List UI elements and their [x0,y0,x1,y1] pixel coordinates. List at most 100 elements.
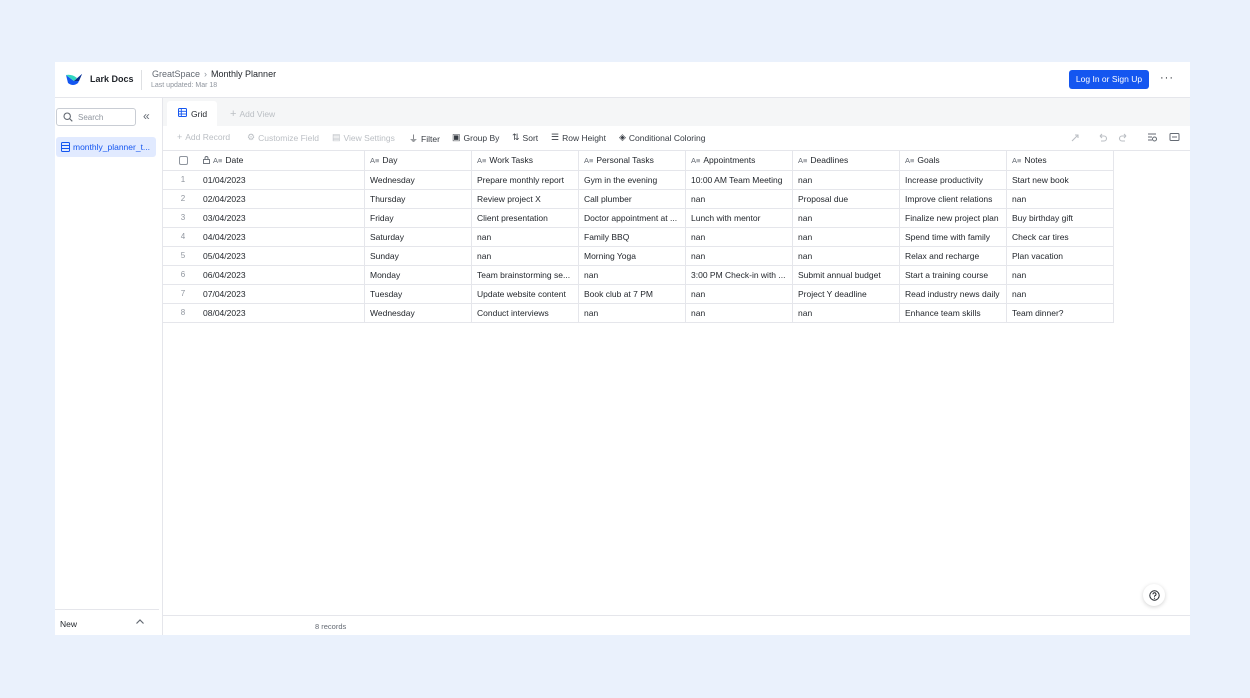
appointments-cell[interactable]: Lunch with mentor [686,209,793,228]
day-cell[interactable]: Tuesday [365,285,472,304]
goals-cell[interactable]: Relax and recharge [900,247,1007,266]
search-input[interactable]: Search [56,108,136,126]
personal-tasks-cell[interactable]: nan [579,304,686,323]
view-settings-button[interactable]: ▤ View Settings [332,132,395,143]
notes-cell[interactable]: nan [1007,285,1114,304]
table-row[interactable]: 3 03/04/2023 Friday Client presentation … [163,209,1190,228]
deadlines-cell[interactable]: nan [793,247,900,266]
filter-button[interactable]: ⏚ Filter [409,132,440,145]
goals-cell[interactable]: Start a training course [900,266,1007,285]
table-row[interactable]: 5 05/04/2023 Sunday nan Morning Yoga nan… [163,247,1190,266]
date-cell[interactable]: 08/04/2023 [203,304,365,323]
personal-tasks-cell[interactable]: Call plumber [579,190,686,209]
breadcrumb-workspace[interactable]: GreatSpace [152,69,200,79]
row-height-button[interactable]: ☰ Row Height [551,132,606,143]
personal-tasks-cell[interactable]: Book club at 7 PM [579,285,686,304]
appointments-cell[interactable]: nan [686,190,793,209]
work-tasks-cell[interactable]: Conduct interviews [472,304,579,323]
appointments-cell[interactable]: 10:00 AM Team Meeting [686,171,793,190]
column-header-goals[interactable]: A≡ Goals [900,151,1007,171]
deadlines-cell[interactable]: Project Y deadline [793,285,900,304]
date-cell[interactable]: 04/04/2023 [203,228,365,247]
help-button[interactable] [1143,584,1165,606]
day-cell[interactable]: Sunday [365,247,472,266]
appointments-cell[interactable]: 3:00 PM Check-in with ... [686,266,793,285]
conditional-coloring-button[interactable]: ◈ Conditional Coloring [619,132,705,143]
goals-cell[interactable]: Enhance team skills [900,304,1007,323]
day-cell[interactable]: Wednesday [365,171,472,190]
notes-cell[interactable]: Buy birthday gift [1007,209,1114,228]
notes-cell[interactable]: nan [1007,266,1114,285]
appointments-cell[interactable]: nan [686,304,793,323]
table-row[interactable]: 4 04/04/2023 Saturday nan Family BBQ nan… [163,228,1190,247]
goals-cell[interactable]: Improve client relations [900,190,1007,209]
search-records-icon[interactable] [1147,132,1158,143]
work-tasks-cell[interactable]: Team brainstorming se... [472,266,579,285]
work-tasks-cell[interactable]: Update website content [472,285,579,304]
table-row[interactable]: 6 06/04/2023 Monday Team brainstorming s… [163,266,1190,285]
deadlines-cell[interactable]: Proposal due [793,190,900,209]
deadlines-cell[interactable]: nan [793,209,900,228]
deadlines-cell[interactable]: Submit annual budget [793,266,900,285]
day-cell[interactable]: Saturday [365,228,472,247]
work-tasks-cell[interactable]: Review project X [472,190,579,209]
deadlines-cell[interactable]: nan [793,304,900,323]
personal-tasks-cell[interactable]: Family BBQ [579,228,686,247]
add-view-button[interactable]: + Add View [230,108,275,120]
personal-tasks-cell[interactable]: nan [579,266,686,285]
notes-cell[interactable]: nan [1007,190,1114,209]
personal-tasks-cell[interactable]: Doctor appointment at ... [579,209,686,228]
date-cell[interactable]: 01/04/2023 [203,171,365,190]
group-by-button[interactable]: ▣ Group By [452,132,499,143]
column-header-personal-tasks[interactable]: A≡ Personal Tasks [579,151,686,171]
work-tasks-cell[interactable]: nan [472,228,579,247]
column-header-date[interactable]: A≡ Date [203,151,365,171]
column-header-deadlines[interactable]: A≡ Deadlines [793,151,900,171]
redo-icon[interactable] [1118,132,1129,143]
tab-grid[interactable]: Grid [167,101,217,126]
table-row[interactable]: 8 08/04/2023 Wednesday Conduct interview… [163,304,1190,323]
goals-cell[interactable]: Read industry news daily [900,285,1007,304]
share-icon[interactable] [1070,132,1081,143]
date-cell[interactable]: 07/04/2023 [203,285,365,304]
day-cell[interactable]: Friday [365,209,472,228]
date-cell[interactable]: 06/04/2023 [203,266,365,285]
date-cell[interactable]: 02/04/2023 [203,190,365,209]
sort-button[interactable]: ⇅ Sort [512,132,538,143]
work-tasks-cell[interactable]: Client presentation [472,209,579,228]
sidebar-item-monthly-planner[interactable]: monthly_planner_t... [56,137,156,157]
notes-cell[interactable]: Team dinner? [1007,304,1114,323]
column-header-work-tasks[interactable]: A≡ Work Tasks [472,151,579,171]
day-cell[interactable]: Monday [365,266,472,285]
day-cell[interactable]: Wednesday [365,304,472,323]
work-tasks-cell[interactable]: Prepare monthly report [472,171,579,190]
app-name[interactable]: Lark Docs [90,74,134,84]
goals-cell[interactable]: Spend time with family [900,228,1007,247]
appointments-cell[interactable]: nan [686,285,793,304]
select-all-checkbox[interactable] [178,156,188,165]
undo-icon[interactable] [1097,132,1108,143]
column-header-day[interactable]: A≡ Day [365,151,472,171]
notes-cell[interactable]: Check car tires [1007,228,1114,247]
chevron-up-icon[interactable] [135,617,145,627]
column-header-appointments[interactable]: A≡ Appointments [686,151,793,171]
collapse-sidebar-icon[interactable]: « [143,109,150,123]
comment-icon[interactable] [1169,132,1180,143]
work-tasks-cell[interactable]: nan [472,247,579,266]
personal-tasks-cell[interactable]: Morning Yoga [579,247,686,266]
more-options-icon[interactable]: ··· [1159,70,1175,88]
goals-cell[interactable]: Finalize new project plan [900,209,1007,228]
table-row[interactable]: 7 07/04/2023 Tuesday Update website cont… [163,285,1190,304]
login-signup-button[interactable]: Log In or Sign Up [1069,70,1149,89]
customize-field-button[interactable]: ⚙ Customize Field [247,132,319,143]
date-cell[interactable]: 03/04/2023 [203,209,365,228]
notes-cell[interactable]: Start new book [1007,171,1114,190]
date-cell[interactable]: 05/04/2023 [203,247,365,266]
deadlines-cell[interactable]: nan [793,228,900,247]
personal-tasks-cell[interactable]: Gym in the evening [579,171,686,190]
goals-cell[interactable]: Increase productivity [900,171,1007,190]
notes-cell[interactable]: Plan vacation [1007,247,1114,266]
appointments-cell[interactable]: nan [686,247,793,266]
appointments-cell[interactable]: nan [686,228,793,247]
table-row[interactable]: 1 01/04/2023 Wednesday Prepare monthly r… [163,171,1190,190]
